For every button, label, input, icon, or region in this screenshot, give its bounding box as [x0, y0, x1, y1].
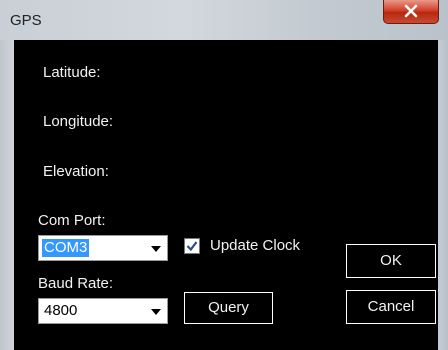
com-port-select[interactable]: COM3 — [38, 235, 168, 261]
baud-rate-label: Baud Rate: — [38, 275, 114, 292]
longitude-label: Longitude: — [43, 113, 114, 130]
cancel-button[interactable]: Cancel — [346, 290, 436, 324]
latitude-label: Latitude: — [43, 64, 101, 81]
com-port-value: COM3 — [42, 239, 90, 257]
query-button[interactable]: Query — [184, 292, 273, 324]
update-clock-label[interactable]: Update Clock — [210, 237, 300, 254]
window-title: GPS — [10, 12, 42, 29]
elevation-label: Elevation: — [43, 163, 109, 180]
update-clock-checkbox[interactable] — [184, 238, 200, 254]
checkmark-icon — [186, 241, 198, 252]
chevron-down-icon[interactable] — [151, 309, 161, 315]
close-icon — [404, 4, 418, 18]
window-frame-right — [438, 40, 448, 350]
gps-dialog: GPS Latitude: Longitude: Elevation: Com … — [0, 0, 448, 350]
title-bar[interactable]: GPS — [0, 0, 448, 40]
ok-button[interactable]: OK — [346, 244, 436, 278]
chevron-down-icon[interactable] — [151, 246, 161, 252]
com-port-label: Com Port: — [38, 212, 106, 229]
dialog-body: Latitude: Longitude: Elevation: Com Port… — [14, 40, 438, 350]
window-frame-left — [0, 40, 14, 350]
baud-rate-select[interactable]: 4800 — [38, 298, 168, 324]
baud-rate-value: 4800 — [44, 302, 78, 319]
close-button[interactable] — [383, 0, 439, 24]
